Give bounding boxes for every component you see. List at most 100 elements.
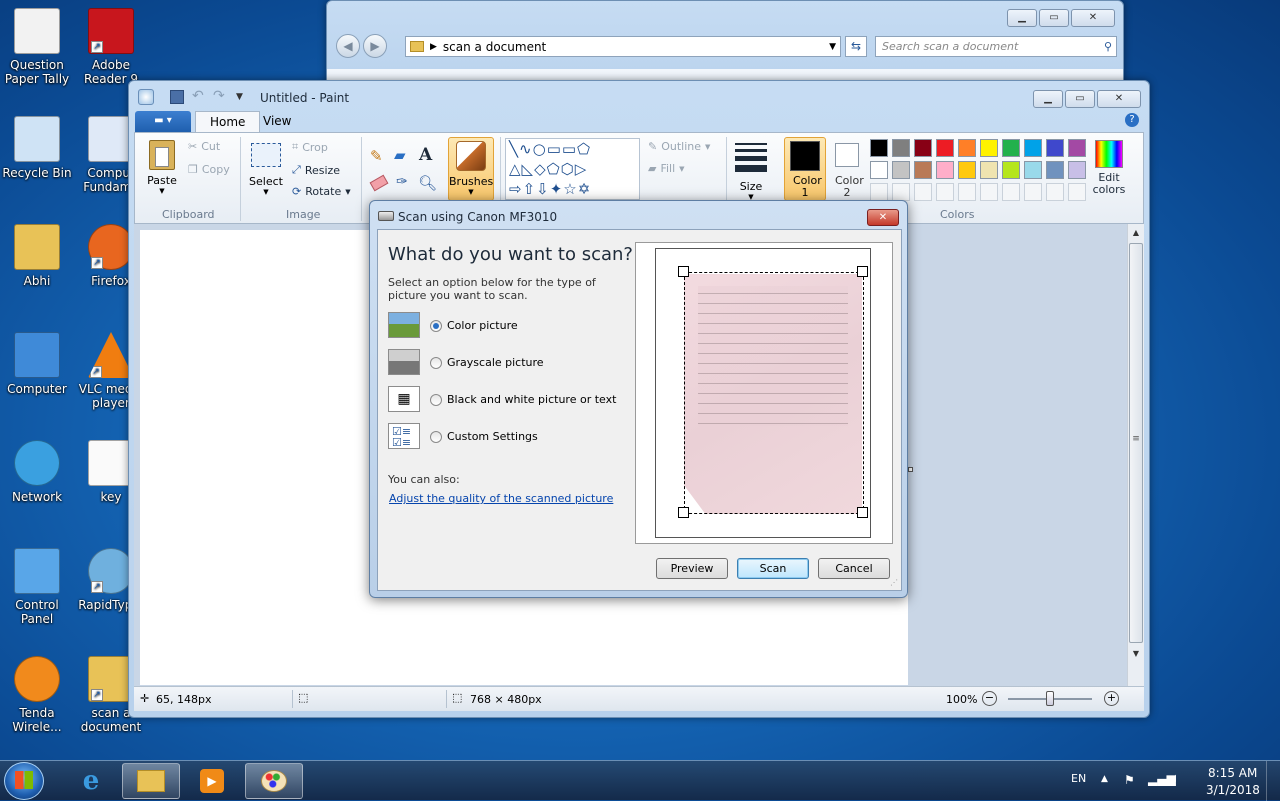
custom-color-slot[interactable] [1046, 183, 1064, 201]
preview-button[interactable]: Preview [656, 558, 728, 579]
redo-icon[interactable]: ↷ [213, 88, 225, 104]
select-button[interactable]: Select ▼ [248, 140, 284, 198]
palette-swatch[interactable] [1068, 139, 1086, 157]
radio-custom-settings[interactable]: Custom Settings [430, 430, 538, 443]
palette-swatch[interactable] [914, 161, 932, 179]
rotate-button[interactable]: ⟳ Rotate ▼ [292, 185, 351, 198]
palette-swatch[interactable] [1046, 161, 1064, 179]
crop-frame[interactable] [684, 272, 864, 514]
paint-app-icon[interactable] [138, 89, 154, 105]
volume-icon[interactable]: 🔈︎ [1172, 771, 1180, 786]
palette-swatch[interactable] [914, 139, 932, 157]
palette-swatch[interactable] [1046, 139, 1064, 157]
scan-button[interactable]: Scan [737, 558, 809, 579]
outline-button[interactable]: ✎ Outline ▼ [648, 140, 710, 153]
custom-color-slot[interactable] [958, 183, 976, 201]
palette-swatch[interactable] [958, 139, 976, 157]
taskbar-explorer[interactable] [122, 763, 180, 799]
clock-time[interactable]: 8:15 AM [1208, 766, 1257, 780]
shapes-gallery[interactable]: ╲∿○▭▭⬠ △◺◇⬠⬡▷ ⇨⇧⇩✦☆✡ [505, 138, 640, 200]
forward-button[interactable]: ▶ [363, 34, 387, 58]
address-bar[interactable]: ▶ scan a document ▼ [405, 36, 841, 57]
resize-grip-icon[interactable]: ⋰ [890, 578, 898, 587]
palette-swatch[interactable] [892, 139, 910, 157]
paint-menu-button[interactable]: ▬ ▾ [135, 111, 191, 132]
help-icon[interactable]: ? [1125, 113, 1139, 127]
custom-settings-icon[interactable]: ☑≡ ☑≡ [388, 423, 420, 449]
taskbar-paint[interactable] [245, 763, 303, 799]
desktop-icon[interactable]: Network [1, 440, 73, 504]
magnifier-icon[interactable]: 🔍︎ [418, 174, 437, 192]
palette-swatch[interactable] [980, 161, 998, 179]
custom-color-slot[interactable] [1068, 183, 1086, 201]
refresh-button[interactable]: ⇆ [845, 36, 867, 57]
desktop-icon[interactable]: Abhi [1, 224, 73, 288]
palette-swatch[interactable] [936, 161, 954, 179]
palette-swatch[interactable] [958, 161, 976, 179]
palette-swatch[interactable] [1024, 161, 1042, 179]
palette-swatch[interactable] [936, 139, 954, 157]
customize-quick-access-icon[interactable]: ▼ [236, 92, 243, 102]
vertical-scrollbar[interactable]: ▲ ≡ ▼ [1127, 224, 1144, 686]
custom-color-slot[interactable] [1002, 183, 1020, 201]
scroll-up-icon[interactable]: ▲ [1128, 224, 1144, 241]
taskbar-internet-explorer[interactable]: e [62, 763, 120, 799]
taskbar-media-player[interactable]: ▶ [183, 763, 241, 799]
canvas-resize-handle[interactable] [908, 467, 913, 472]
fill-icon[interactable]: ▰ [394, 146, 406, 164]
zoom-in-button[interactable]: + [1104, 691, 1119, 706]
desktop-icon[interactable]: Question Paper Tally [1, 8, 73, 86]
edit-colors-button[interactable]: Edit colors [1090, 140, 1128, 200]
scan-dialog[interactable]: Scan using Canon MF3010 ✕ What do you wa… [369, 200, 908, 598]
minimize-button[interactable]: ▁ [1007, 9, 1037, 27]
paste-button[interactable]: Paste ▼ [142, 138, 182, 198]
back-button[interactable]: ◀ [336, 34, 360, 58]
cut-button[interactable]: ✂ Cut [188, 140, 220, 153]
preview-pane[interactable] [635, 242, 893, 544]
show-hidden-icons[interactable]: ▲ [1101, 774, 1108, 784]
maximize-button[interactable]: ▭ [1039, 9, 1069, 27]
desktop-icon[interactable]: Recycle Bin [1, 116, 73, 180]
close-button[interactable]: ✕ [1071, 9, 1115, 27]
fill-button[interactable]: ▰ Fill ▼ [648, 162, 685, 175]
crop-handle-top-left[interactable] [678, 266, 689, 277]
tab-view[interactable]: View [249, 111, 305, 133]
save-icon[interactable] [170, 90, 184, 104]
crop-button[interactable]: ⌗ Crop [292, 140, 328, 154]
palette-swatch[interactable] [1002, 161, 1020, 179]
size-button[interactable]: Size ▼ [733, 140, 769, 201]
radio-dot[interactable] [430, 393, 442, 406]
palette-swatch[interactable] [870, 161, 888, 179]
radio-color-picture[interactable]: Color picture [430, 319, 518, 332]
clock-date[interactable]: 3/1/2018 [1206, 783, 1260, 797]
dialog-close-button[interactable]: ✕ [867, 209, 899, 226]
palette-swatch[interactable] [870, 139, 888, 157]
color-picture-icon[interactable] [388, 312, 420, 338]
palette-swatch[interactable] [1068, 161, 1086, 179]
color2-button[interactable]: Color 2 [829, 140, 865, 200]
grayscale-picture-icon[interactable] [388, 349, 420, 375]
radio-black-white[interactable]: Black and white picture or text [430, 393, 616, 406]
radio-dot[interactable] [430, 319, 442, 332]
show-desktop-button[interactable] [1266, 761, 1280, 801]
maximize-button[interactable]: ▭ [1065, 90, 1095, 108]
custom-color-slot[interactable] [936, 183, 954, 201]
color1-button[interactable]: Color 1 [784, 137, 826, 201]
custom-color-slot[interactable] [980, 183, 998, 201]
text-icon[interactable]: A [419, 145, 432, 165]
palette-swatch[interactable] [892, 161, 910, 179]
radio-grayscale-picture[interactable]: Grayscale picture [430, 356, 544, 369]
custom-color-slot[interactable] [870, 183, 888, 201]
copy-button[interactable]: ❐ Copy [188, 163, 230, 176]
custom-color-slot[interactable] [1024, 183, 1042, 201]
desktop-icon[interactable]: Tenda Wirele... [1, 656, 73, 734]
custom-color-slot[interactable] [892, 183, 910, 201]
resize-button[interactable]: ⤢ Resize [292, 163, 340, 177]
radio-dot[interactable] [430, 356, 442, 369]
action-center-icon[interactable]: ⚑ [1124, 773, 1135, 787]
radio-dot[interactable] [430, 430, 442, 443]
language-indicator[interactable]: EN [1071, 772, 1086, 785]
scroll-down-icon[interactable]: ▼ [1128, 645, 1144, 662]
desktop-icon[interactable]: Control Panel [1, 548, 73, 626]
brushes-button[interactable]: Brushes ▼ [448, 137, 494, 201]
